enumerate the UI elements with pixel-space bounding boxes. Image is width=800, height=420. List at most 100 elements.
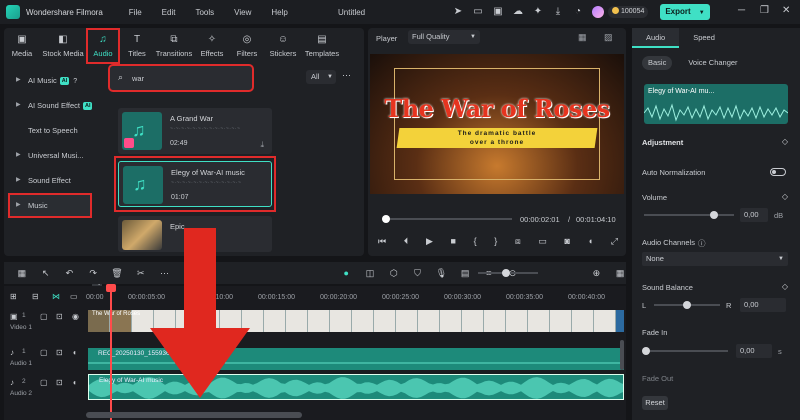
tab-media[interactable]: ▣ Media (4, 28, 40, 64)
mark-in-icon[interactable]: { (474, 236, 477, 247)
record-screen-icon[interactable]: ◫ (364, 268, 376, 279)
tab-filters[interactable]: ◎ Filters (230, 28, 264, 64)
keyframe-diamond-icon[interactable]: ◇ (782, 282, 788, 291)
vertical-scrollbar[interactable] (620, 340, 624, 370)
minimize-icon[interactable]: ─ (738, 5, 745, 16)
sound-balance-value-field[interactable]: 0,00 (740, 298, 786, 312)
mark-icon[interactable]: ⬡ (388, 268, 400, 279)
lock-icon[interactable]: ⊡ (56, 348, 63, 357)
sidebar-item-universal-music[interactable]: ▶ Universal Musi... (8, 143, 102, 168)
auto-normalization-toggle[interactable] (770, 168, 786, 176)
sidebar-item-text-to-speech[interactable]: Text to Speech (8, 118, 102, 143)
volume-slider-knob[interactable] (710, 211, 718, 219)
tab-effects[interactable]: ✧ Effects (194, 28, 230, 64)
snapshot-image-icon[interactable]: ▨ (604, 32, 613, 43)
ai-tool-icon[interactable]: ● (340, 268, 352, 278)
folder-icon[interactable]: ▢ (40, 348, 48, 357)
close-icon[interactable]: ✕ (782, 5, 790, 16)
tab-audio[interactable]: ♫ Audio (86, 28, 120, 64)
quality-dropdown[interactable]: Full Quality ▼ (408, 30, 480, 44)
subtab-basic[interactable]: Basic (642, 56, 673, 70)
playback-progress-bar[interactable] (381, 215, 512, 223)
filter-dropdown[interactable]: All ▼ (306, 70, 336, 84)
download-icon[interactable]: ⤓ (260, 140, 264, 150)
tab-stock-media[interactable]: ◧ Stock Media (40, 28, 86, 64)
zoom-slider-knob[interactable] (502, 269, 510, 277)
sidebar-item-sound-effect[interactable]: ▶ Sound Effect (8, 168, 102, 193)
audio-result-card-selected[interactable]: ♫ Elegy of War-AI music ~·~·~·~·~·~·~·~·… (118, 161, 272, 207)
menu-edit[interactable]: Edit (162, 8, 176, 17)
previous-frame-icon[interactable]: ⏮ (378, 236, 386, 247)
zoom-in-icon[interactable]: ⊕ (590, 268, 602, 279)
select-arrow-icon[interactable]: ↖ (40, 268, 52, 279)
stop-icon[interactable]: ■ (451, 236, 456, 247)
tab-transitions[interactable]: ⧉ Transitions (154, 28, 194, 64)
add-track-icon[interactable]: ⊞ (10, 292, 17, 301)
menu-help[interactable]: Help (271, 8, 287, 17)
video-preview[interactable]: The War of Roses The dramatic battle over… (370, 54, 624, 194)
help-icon[interactable]: ? (73, 78, 77, 85)
play-icon[interactable]: ▶ (426, 236, 433, 247)
camera-icon[interactable]: ◙ (565, 236, 570, 247)
gift-icon[interactable]: ✦ (532, 6, 544, 18)
maximize-icon[interactable]: ❐ (760, 5, 769, 16)
sound-balance-slider[interactable] (654, 301, 720, 309)
eye-icon[interactable]: ◉ (72, 312, 79, 321)
grid-view-icon[interactable]: ▦ (614, 268, 626, 279)
undo-icon[interactable]: ↶ (64, 268, 76, 279)
horizontal-scrollbar[interactable] (86, 412, 302, 418)
sidebar-item-music[interactable]: ▶ Music (8, 193, 92, 218)
more-options-icon[interactable]: ⋯ (342, 70, 351, 81)
avatar[interactable] (592, 6, 604, 18)
lock-icon[interactable]: ⊡ (56, 378, 63, 387)
fade-in-value-field[interactable]: 0,00 (736, 344, 772, 358)
tab-templates[interactable]: ▤ Templates (302, 28, 342, 64)
notifications-icon[interactable]: ◔ (572, 6, 584, 18)
menu-view[interactable]: View (234, 8, 251, 17)
zoom-slider[interactable] (478, 269, 538, 277)
microphone-icon[interactable]: 🎙 (435, 268, 447, 279)
audio-result-card[interactable]: ♫ A Grand War ~·~·~·~·~·~·~·~·~·~·~·~·~ … (118, 108, 272, 154)
ripple-icon[interactable]: ▭ (70, 292, 78, 301)
download-icon[interactable]: ⤓ (552, 6, 564, 18)
folder-icon[interactable]: ▢ (40, 378, 48, 387)
save-icon[interactable]: ▣ (492, 6, 504, 18)
play-reverse-icon[interactable]: ⏴ (404, 236, 409, 247)
keyframe-diamond-icon[interactable]: ◇ (782, 192, 788, 201)
magnet-icon[interactable]: ⋈ (52, 292, 60, 301)
balance-slider-knob[interactable] (683, 301, 691, 309)
sidebar-item-ai-sound-effect[interactable]: ▶ AI Sound Effect AI (8, 93, 102, 118)
fade-in-slider[interactable] (642, 347, 728, 355)
menu-tools[interactable]: Tools (195, 8, 214, 17)
shield-icon[interactable]: ⛉ (412, 268, 424, 279)
speaker-icon[interactable]: ◖ (72, 348, 77, 357)
redo-icon[interactable]: ↷ (87, 268, 99, 279)
keyframe-diamond-icon[interactable]: ◇ (782, 137, 788, 146)
playhead-handle[interactable] (106, 284, 116, 292)
progress-knob[interactable] (381, 215, 390, 223)
safe-zone-icon[interactable]: ▦ (578, 32, 587, 43)
send-icon[interactable]: ➤ (452, 6, 464, 18)
scissors-icon[interactable]: ✂ (135, 268, 147, 279)
audio-channels-dropdown[interactable]: None ▼ (642, 252, 788, 266)
link-icon[interactable]: ⊟ (32, 292, 39, 301)
playhead[interactable] (106, 284, 116, 420)
info-icon[interactable]: ⓘ (698, 238, 706, 249)
volume-icon[interactable]: ◖ (588, 236, 593, 247)
fullscreen-preview-icon[interactable]: ▭ (538, 236, 547, 247)
mark-out-icon[interactable]: } (494, 236, 497, 247)
lock-icon[interactable]: ⊡ (56, 312, 63, 321)
tab-audio-props[interactable]: Audio (632, 28, 680, 48)
volume-slider[interactable] (644, 211, 734, 219)
tab-speed[interactable]: Speed (679, 28, 729, 48)
sidebar-item-ai-music[interactable]: ▶ AI Music AI? (8, 68, 102, 93)
text-icon[interactable]: ▤ (459, 268, 471, 279)
expand-icon[interactable]: ⤢ (611, 236, 618, 247)
fade-in-slider-knob[interactable] (642, 347, 650, 355)
monitor-icon[interactable]: ▭ (472, 6, 484, 18)
reset-button[interactable]: Reset (642, 396, 668, 410)
export-button[interactable]: Export ▼ (660, 4, 710, 20)
layout-icon[interactable]: ▦ (16, 268, 28, 279)
menu-file[interactable]: File (129, 8, 142, 17)
compare-icon[interactable]: ⧈ (515, 236, 521, 247)
